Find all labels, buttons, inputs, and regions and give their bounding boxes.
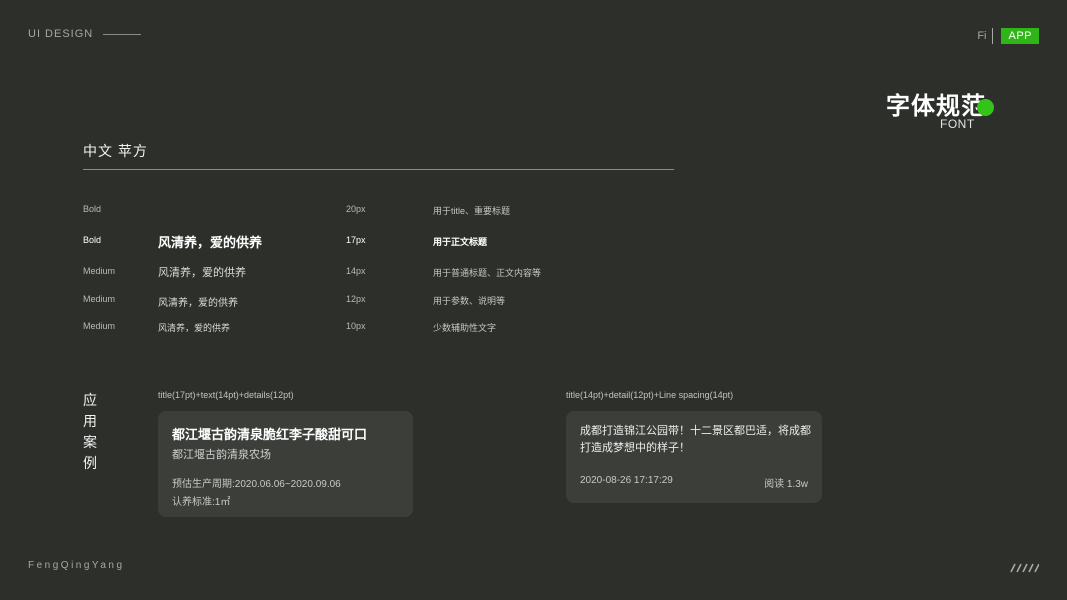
spec-size: 12px [346, 294, 366, 304]
spec-weight: Bold [83, 204, 102, 214]
brand-header: UI DESIGN [28, 28, 142, 40]
accent-dot-icon [977, 99, 994, 116]
product-card[interactable]: 都江堰古韵清泉脆红李子酸甜可口 都江堰古韵清泉农场 预估生产周期:2020.06… [158, 411, 413, 517]
spec-sample: 风清养，爱的供养 [158, 323, 231, 333]
spec-row: Medium 风清养，爱的供养 14px 用于普通标题、正文内容等 [0, 264, 700, 284]
page-subtitle: FONT [940, 117, 975, 131]
news-card[interactable]: 成都打造锦江公园带！十二景区都巴适，将成都打造成梦想中的样子！ 2020-08-… [566, 411, 822, 503]
brand-divider-line [103, 33, 142, 35]
card-detail-period: 预估生产周期:2020.06.06~2020.09.06 [172, 479, 341, 490]
section-title: 中文 苹方 [83, 143, 148, 159]
card2-caption: title(14pt)+detail(12pt)+Line spacing(14… [566, 390, 734, 400]
spec-weight: Medium [83, 294, 116, 304]
section-divider [83, 169, 674, 170]
spec-row: Bold 风清养，爱的供养 17px 用于正文标题 [0, 232, 700, 252]
spec-row: Medium 风清养，爱的供养 12px 用于参数、说明等 [0, 294, 700, 314]
card-title: 都江堰古韵清泉脆红李子酸甜可口 [172, 427, 368, 442]
spec-row: Medium 风清养，爱的供养 10px 少数辅助性文字 [0, 321, 700, 341]
spec-size: 20px [346, 204, 366, 214]
page-title: 字体规范 [886, 93, 986, 120]
slash-pattern-icon [1010, 563, 1039, 573]
spec-row: Bold 20px 用于title、重要标题 [0, 204, 700, 224]
brand-label: UI DESIGN [28, 28, 94, 40]
news-timestamp: 2020-08-26 17:17:29 [580, 475, 673, 486]
card-detail-standard: 认养标准:1㎡ [172, 497, 231, 508]
spec-size: 10px [346, 321, 366, 331]
app-badge[interactable]: APP [1001, 28, 1039, 44]
application-label: 应用案例 [83, 392, 97, 471]
spec-weight: Bold [83, 235, 102, 245]
news-read-count: 阅读 1.3w [764, 479, 808, 490]
card-subtitle: 都江堰古韵清泉农场 [172, 449, 271, 461]
spec-weight: Medium [83, 321, 116, 331]
spec-size: 17px [346, 235, 366, 245]
spec-usage: 用于普通标题、正文内容等 [433, 268, 542, 278]
spec-weight: Medium [83, 266, 116, 276]
fi-label[interactable]: Fi [977, 30, 986, 42]
vertical-divider [992, 28, 994, 44]
spec-sample: 风清养，爱的供养 [158, 235, 263, 250]
spec-usage: 用于title、重要标题 [433, 206, 511, 216]
news-text: 成都打造锦江公园带！十二景区都巴适，将成都打造成梦想中的样子！ [580, 425, 811, 454]
spec-usage: 用于参数、说明等 [433, 296, 506, 306]
spec-sample: 风清养，爱的供养 [158, 298, 238, 309]
spec-usage: 用于正文标题 [433, 237, 488, 247]
spec-usage: 少数辅助性文字 [433, 323, 497, 333]
top-right-nav: Fi APP [977, 28, 1039, 44]
card1-caption: title(17pt)+text(14pt)+details(12pt) [158, 390, 294, 400]
spec-sample: 风清养，爱的供养 [158, 267, 246, 279]
spec-size: 14px [346, 266, 366, 276]
footer-signature: FengQingYang [28, 560, 125, 571]
